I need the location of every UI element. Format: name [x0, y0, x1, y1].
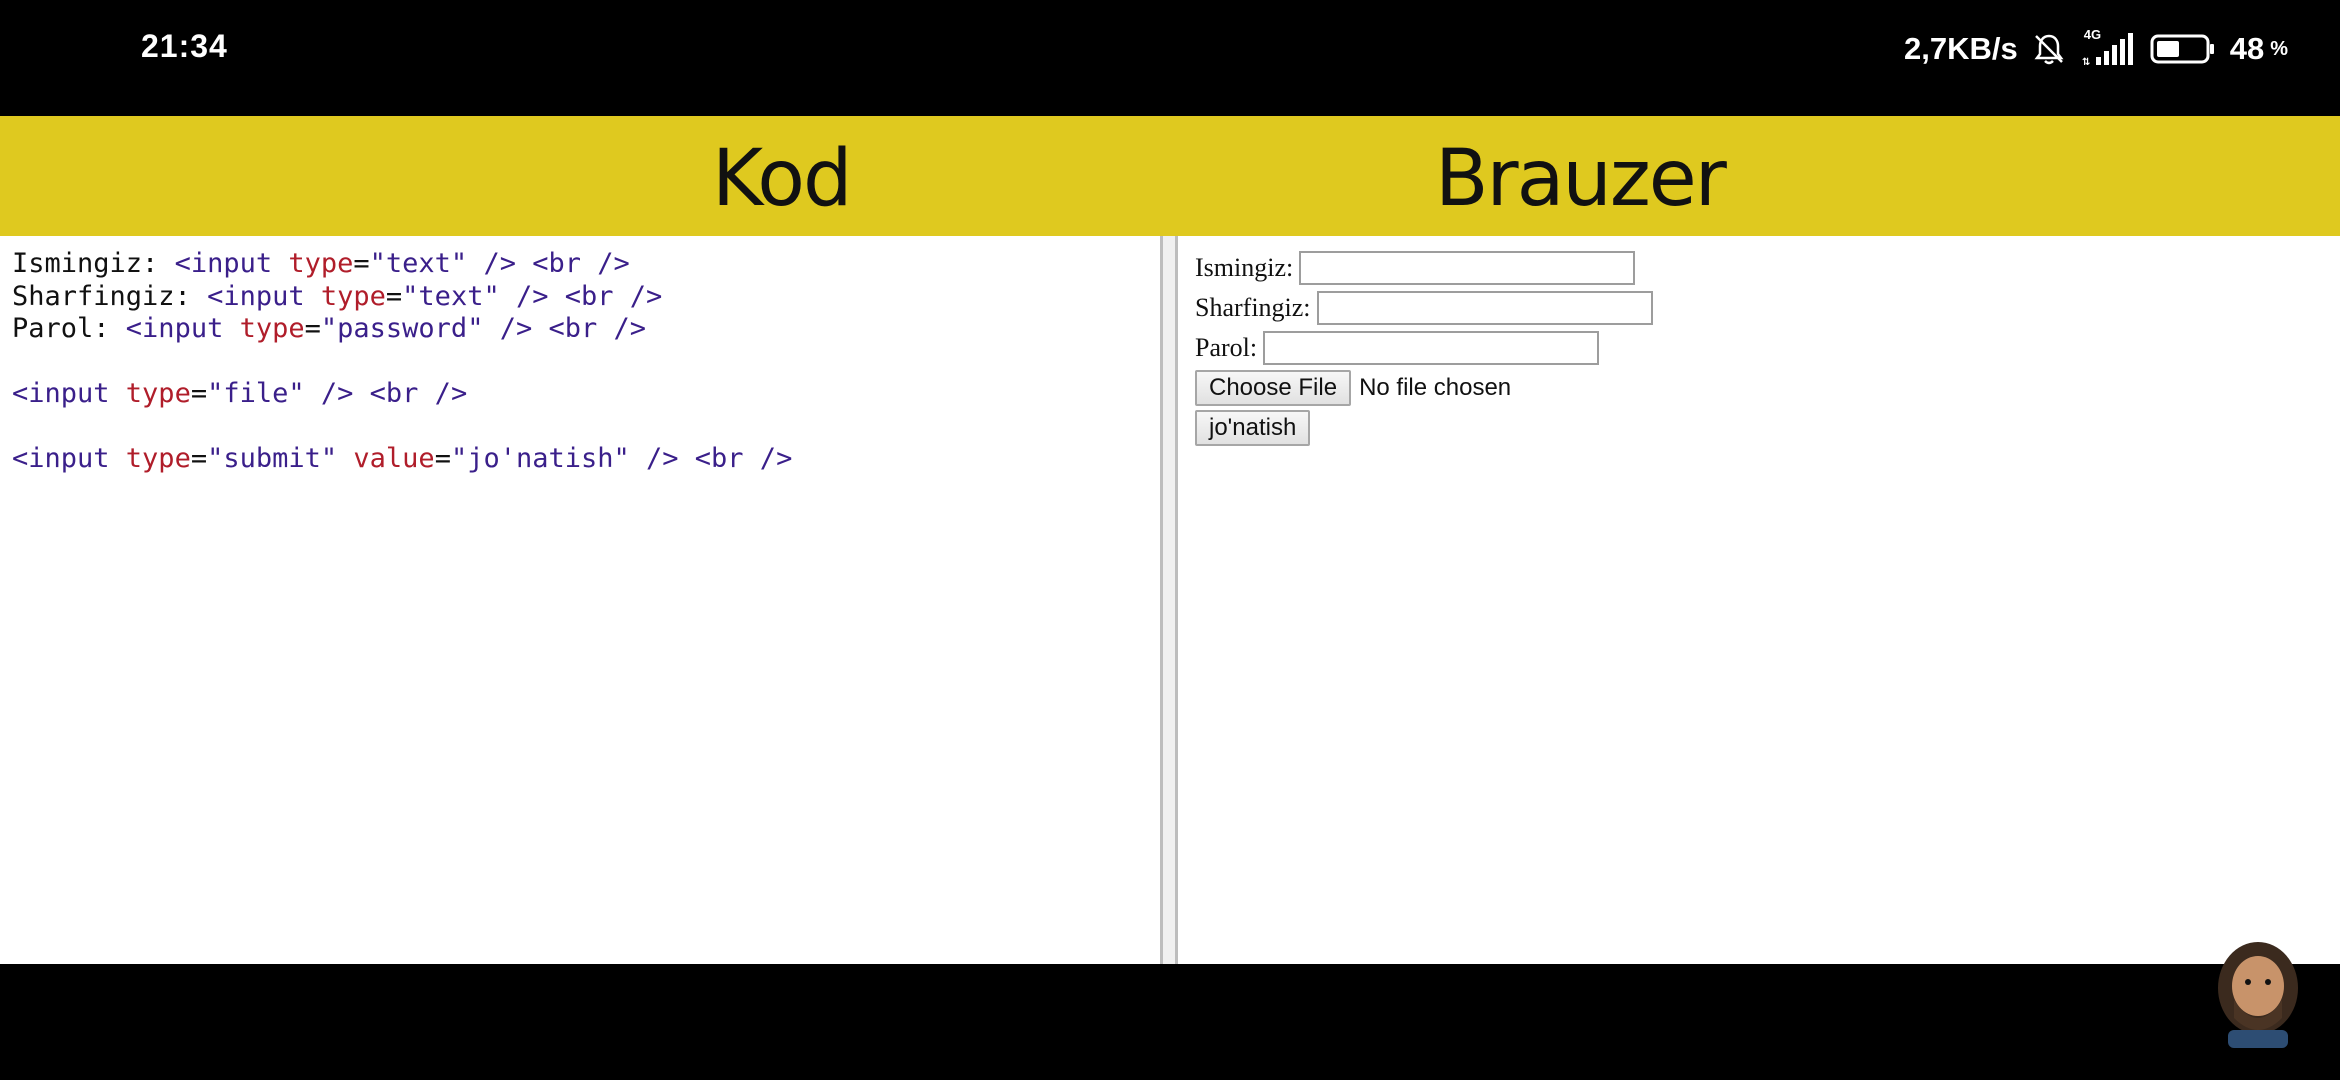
- code-token: /> <br />: [483, 313, 647, 344]
- choose-file-button[interactable]: Choose File: [1195, 370, 1352, 406]
- code-token: /> <br />: [499, 280, 663, 312]
- code-token: =: [385, 280, 403, 312]
- name-input[interactable]: [1299, 251, 1636, 285]
- password-input[interactable]: [1263, 331, 1600, 365]
- surname-label: Sharfingiz:: [1195, 293, 1311, 322]
- code-token: =: [434, 443, 451, 474]
- bottom-letterbox: [0, 964, 2340, 1080]
- code-line: Parol: <input type="password" /> <br />: [12, 313, 792, 346]
- title-banner: Kod Brauzer: [0, 116, 2340, 236]
- battery-percent-sign: %: [2270, 37, 2288, 60]
- html-form: Ismingiz: Sharfingiz: Parol: Choose File…: [1195, 248, 1653, 448]
- browser-pane: Ismingiz: Sharfingiz: Parol: Choose File…: [1178, 236, 2340, 964]
- file-row: Choose File No file chosen: [1195, 368, 1653, 408]
- code-line: <input type="submit" value="jo'natish" /…: [12, 443, 792, 476]
- code-token: type: [239, 313, 305, 344]
- battery-icon: [2150, 33, 2216, 65]
- browser-title: Brauzer: [1435, 134, 1727, 224]
- code-line: Ismingiz: <input type="text" /> <br />: [12, 248, 792, 281]
- code-token: =: [304, 313, 321, 344]
- code-token: /> <br />: [467, 248, 630, 279]
- code-token: Parol:: [12, 313, 126, 344]
- status-time: 21:34: [141, 28, 228, 64]
- network-speed: 2,7KB/s: [1903, 31, 2018, 66]
- code-token: <input: [207, 280, 321, 312]
- code-token: "text": [402, 280, 500, 312]
- submit-row: jo'natish: [1195, 408, 1653, 448]
- code-token: value: [353, 443, 435, 474]
- name-row: Ismingiz:: [1195, 248, 1653, 288]
- status-right-group: 2,7KB/s 4G ⇅ 48 %: [1903, 27, 2288, 70]
- code-title: Kod: [712, 134, 852, 224]
- code-token: Ismingiz:: [12, 248, 175, 279]
- code-token: Sharfingiz:: [12, 280, 208, 312]
- code-token: <input: [125, 313, 240, 344]
- file-status-text: No file chosen: [1359, 374, 1512, 401]
- code-token: type: [125, 378, 191, 409]
- code-token: /> <br />: [304, 378, 468, 409]
- code-token: "file": [207, 378, 305, 409]
- submit-button[interactable]: jo'natish: [1195, 410, 1311, 446]
- code-token: =: [190, 443, 208, 474]
- surname-row: Sharfingiz:: [1195, 288, 1653, 328]
- code-pane: Ismingiz: <input type="text" /> <br /> Sh…: [0, 236, 1160, 964]
- code-token: "jo'natish": [450, 443, 630, 474]
- code-token: <input: [174, 248, 289, 279]
- pane-divider[interactable]: [1160, 236, 1178, 964]
- name-label: Ismingiz:: [1195, 253, 1294, 282]
- signal-icon: 4G ⇅: [2080, 27, 2136, 67]
- battery-percent: 48: [2229, 31, 2265, 66]
- code-token: "submit": [207, 443, 354, 474]
- code-token: type: [125, 443, 191, 474]
- video-frame: Kod Brauzer Ismingiz: <input type="text"…: [0, 116, 2340, 964]
- code-token: <input: [12, 378, 126, 409]
- code-token: /> <br />: [629, 443, 793, 474]
- svg-text:⇅: ⇅: [2082, 57, 2090, 67]
- code-token: =: [190, 378, 208, 409]
- surname-input[interactable]: [1316, 291, 1653, 325]
- password-label: Parol:: [1195, 333, 1258, 362]
- code-token: type: [288, 248, 354, 279]
- code-token: type: [320, 280, 386, 312]
- code-token: "text": [369, 248, 468, 279]
- mute-bell-icon: [2032, 32, 2066, 66]
- password-row: Parol:: [1195, 328, 1653, 368]
- status-bar: 21:34 2,7KB/s 4G ⇅ 48 %: [0, 0, 2340, 116]
- code-line: Sharfingiz: <input type="text" /> <br />: [12, 281, 792, 314]
- code-line: <input type="file" /> <br />: [12, 378, 792, 411]
- code-block: Ismingiz: <input type="text" /> <br /> Sh…: [12, 248, 792, 476]
- code-token: "password": [320, 313, 484, 344]
- code-token: <input: [12, 443, 126, 474]
- code-token: =: [353, 248, 370, 279]
- avatar: [2210, 938, 2306, 1048]
